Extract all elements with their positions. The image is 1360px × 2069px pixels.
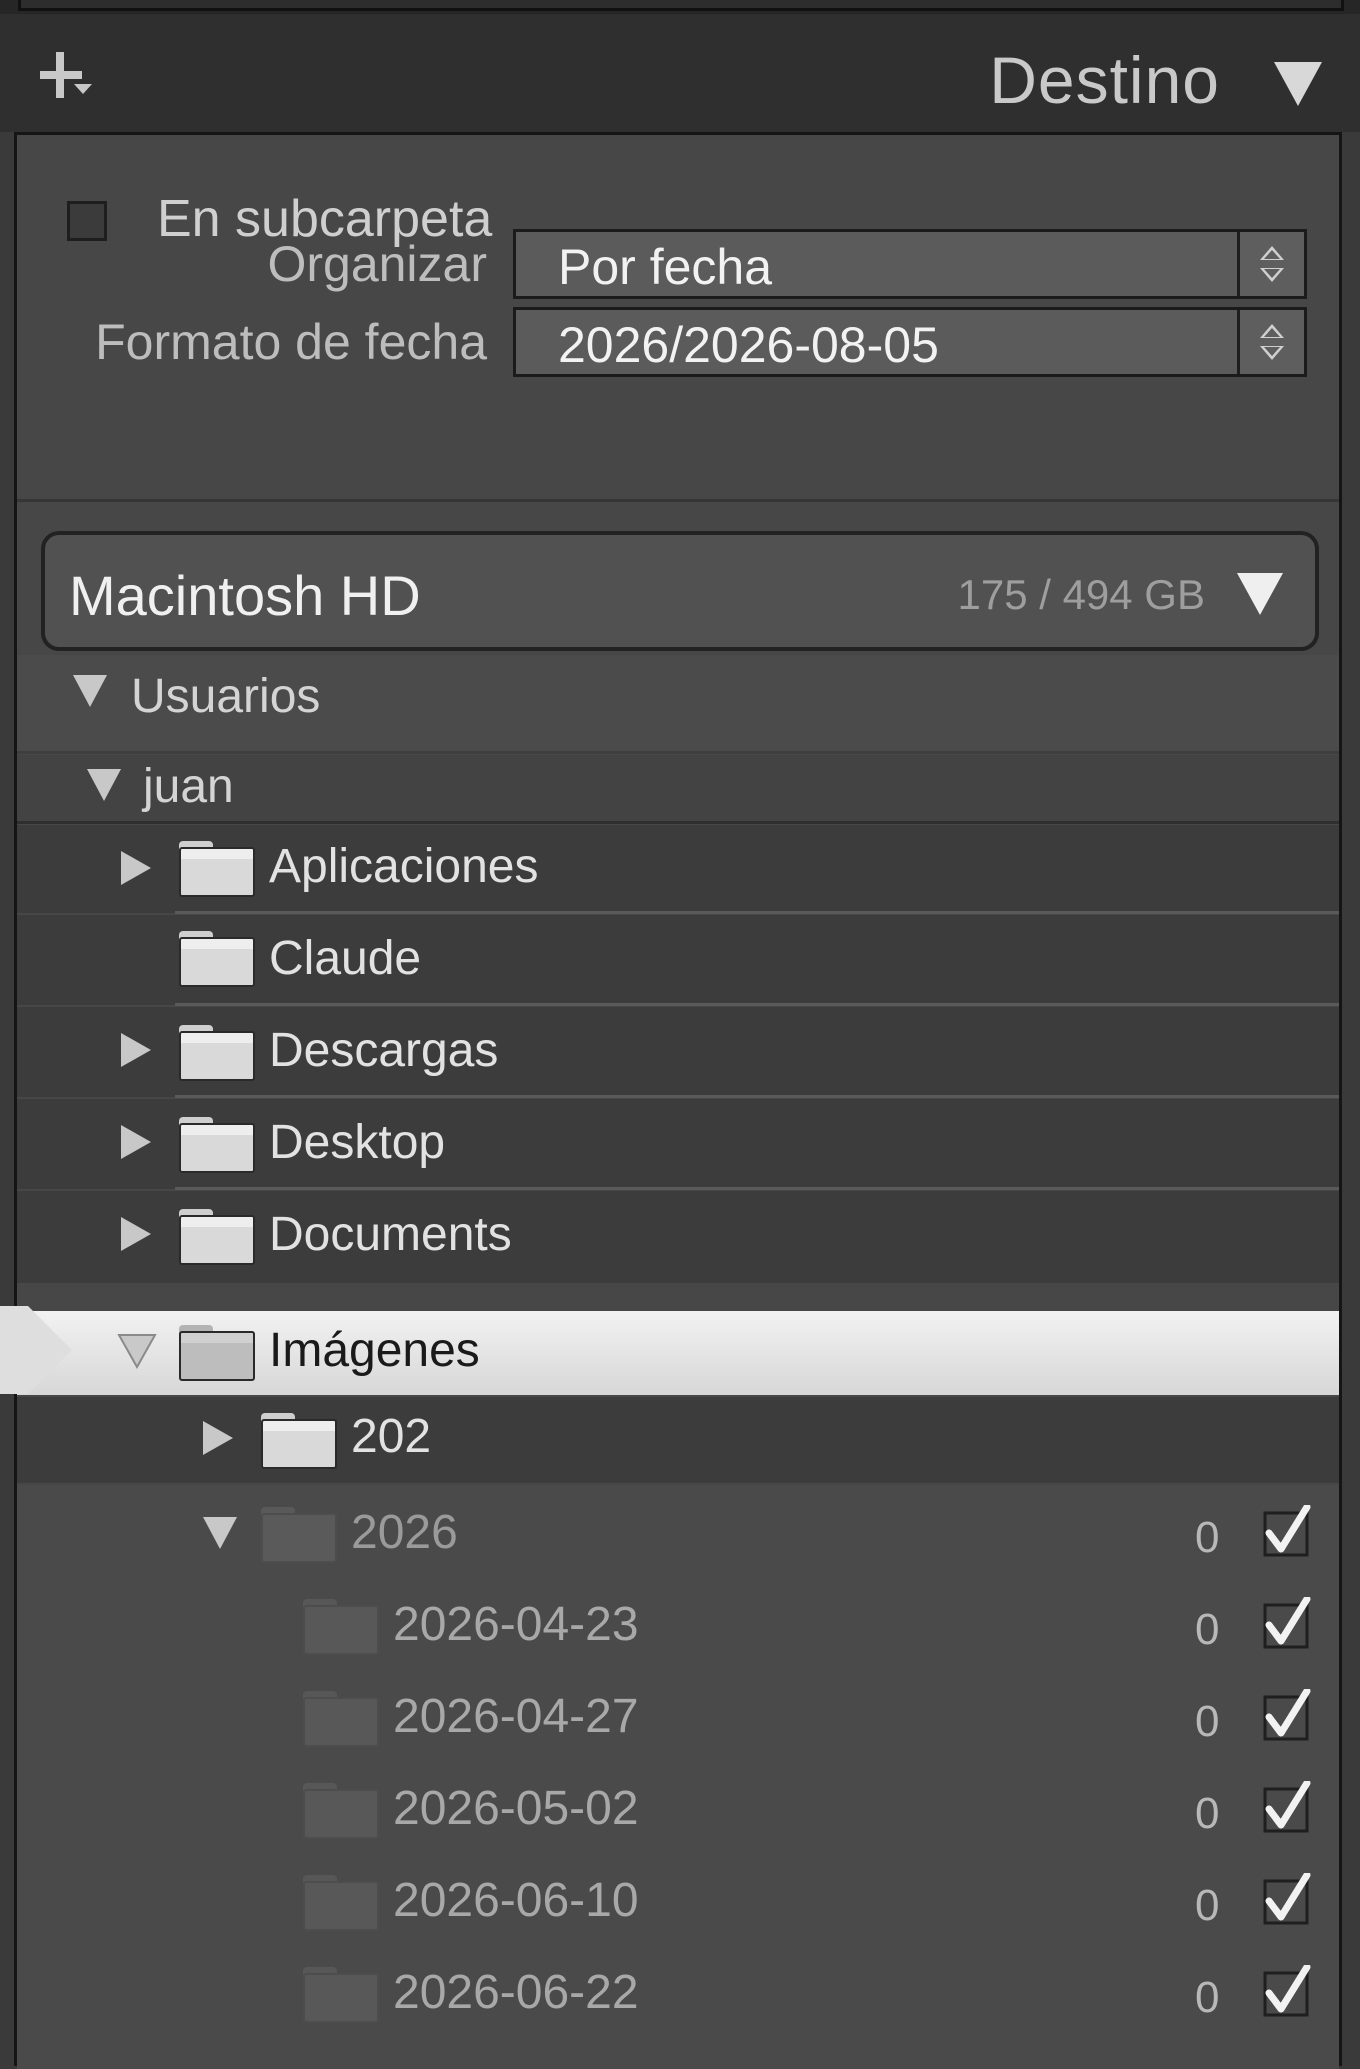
folder-icon (261, 1507, 337, 1563)
checkmark-icon[interactable] (1263, 1505, 1313, 1557)
tree-row-date[interactable]: 2026-05-02 0 (17, 1765, 1339, 1857)
destination-panel: En subcarpeta Organizar Por fecha Format… (14, 132, 1342, 2069)
tree-label: 202 (351, 1410, 432, 1463)
date-format-label: Formato de fecha (95, 314, 487, 370)
folder-icon (179, 1117, 255, 1173)
tree-label: Desktop (269, 1116, 446, 1169)
collapse-triangle-icon[interactable] (1274, 62, 1322, 106)
tree-row-date[interactable]: 2026-04-27 0 (17, 1673, 1339, 1765)
item-count: 0 (1195, 1513, 1220, 1562)
folder-icon (303, 1967, 379, 2023)
tree-label: 2026-04-23 (393, 1598, 639, 1651)
row-separator (175, 911, 1339, 914)
tree-label: juan (143, 760, 234, 813)
folder-icon (179, 841, 255, 897)
disclosure-closed-icon[interactable] (121, 1033, 151, 1067)
top-strip-inner (18, 0, 1344, 11)
folder-icon (303, 1691, 379, 1747)
item-count: 0 (1195, 1605, 1220, 1654)
folder-icon (303, 1599, 379, 1655)
organize-value: Por fecha (558, 239, 773, 295)
tree-label: Descargas (269, 1024, 499, 1077)
volume-menu-triangle-icon[interactable] (1237, 573, 1283, 615)
volume-usage: 175 / 494 GB (957, 571, 1205, 618)
disclosure-open-icon[interactable] (117, 1333, 157, 1369)
organize-select[interactable]: Por fecha (513, 229, 1307, 299)
stepper-icon[interactable] (1237, 232, 1304, 296)
tree-row-juan[interactable]: juan (17, 755, 1339, 821)
row-separator (175, 1003, 1339, 1006)
tree-label: 2026-04-27 (393, 1690, 639, 1743)
tree-label: 2026-05-02 (393, 1782, 639, 1835)
divider (17, 499, 1339, 502)
disclosure-open-icon[interactable] (73, 675, 107, 707)
disclosure-closed-icon[interactable] (121, 1125, 151, 1159)
disclosure-closed-icon[interactable] (203, 1421, 233, 1455)
tree-label: Claude (269, 932, 422, 985)
folder-icon (179, 931, 255, 987)
disclosure-closed-icon[interactable] (121, 1217, 151, 1251)
tree-row-2026[interactable]: 2026 0 (17, 1485, 1339, 1581)
item-count: 0 (1195, 1973, 1220, 2022)
tree-row-date[interactable]: 2026-06-10 0 (17, 1857, 1339, 1949)
folder-icon (179, 1209, 255, 1265)
tree-row-descargas[interactable]: Descargas (17, 1007, 1339, 1097)
disclosure-open-icon[interactable] (87, 769, 121, 801)
volume-name: Macintosh HD (69, 564, 421, 627)
stepper-icon[interactable] (1237, 310, 1304, 374)
tree-row-date[interactable]: 2026-06-22 0 (17, 1949, 1339, 2069)
checkmark-icon[interactable] (1263, 1781, 1313, 1833)
tree-label: 2026-06-22 (393, 1966, 639, 2019)
tree-row-usuarios[interactable]: Usuarios (17, 655, 1339, 751)
date-format-select[interactable]: 2026/2026-08-05 (513, 307, 1307, 377)
date-format-value: 2026/2026-08-05 (558, 317, 939, 373)
tree-row-documents[interactable]: Documents (17, 1191, 1339, 1283)
folder-icon (179, 1325, 255, 1381)
add-icon[interactable] (40, 48, 120, 128)
row-separator (175, 1187, 1339, 1190)
panel-title: Destino (989, 43, 1220, 117)
tree-label: 2026-06-10 (393, 1874, 639, 1927)
destination-header[interactable]: Destino (0, 14, 1360, 132)
tree-row-aplicaciones[interactable]: Aplicaciones (17, 825, 1339, 913)
folder-icon (261, 1413, 337, 1469)
tree-row-claude[interactable]: Claude (17, 915, 1339, 1005)
row-separator (175, 1095, 1339, 1098)
checkmark-icon[interactable] (1263, 1873, 1313, 1925)
row-separator (17, 821, 1339, 824)
disclosure-closed-icon[interactable] (121, 851, 151, 885)
row-separator (17, 751, 1339, 754)
tree-row-desktop[interactable]: Desktop (17, 1099, 1339, 1189)
folder-icon (179, 1025, 255, 1081)
item-count: 0 (1195, 1697, 1220, 1746)
top-strip (0, 0, 1360, 14)
item-count: 0 (1195, 1789, 1220, 1838)
selection-arrow-icon (0, 1306, 72, 1394)
checkmark-icon[interactable] (1263, 1597, 1313, 1649)
tree-row-date[interactable]: 2026-04-23 0 (17, 1581, 1339, 1673)
organize-label: Organizar (267, 236, 487, 292)
volume-header[interactable]: Macintosh HD 175 / 494 GB (41, 531, 1319, 651)
folder-icon (303, 1875, 379, 1931)
tree-label: Imágenes (269, 1324, 480, 1377)
disclosure-open-icon[interactable] (203, 1517, 237, 1549)
tree-label: Aplicaciones (269, 840, 539, 893)
checkmark-icon[interactable] (1263, 1689, 1313, 1741)
folder-icon (303, 1783, 379, 1839)
tree-label: Documents (269, 1208, 512, 1261)
tree-label: 2026 (351, 1506, 458, 1559)
item-count: 0 (1195, 1881, 1220, 1930)
tree-row-imagenes-selected[interactable]: Imágenes (17, 1311, 1339, 1395)
checkmark-icon[interactable] (1263, 1965, 1313, 2017)
tree-row-202[interactable]: 202 (17, 1397, 1339, 1483)
tree-label: Usuarios (131, 670, 321, 723)
